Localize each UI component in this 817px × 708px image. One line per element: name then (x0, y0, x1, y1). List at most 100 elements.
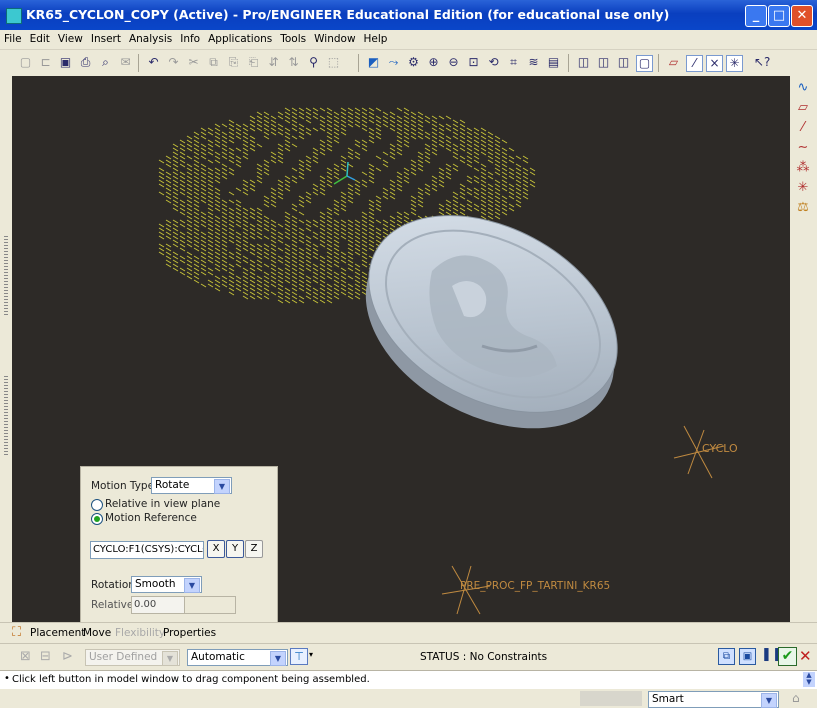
orient-mode-icon[interactable]: ⚙ (406, 55, 421, 70)
email-icon[interactable]: ✉ (118, 55, 133, 70)
rotation-select[interactable]: Smooth ▼ (131, 576, 202, 593)
undo-icon[interactable]: ↶ (146, 55, 161, 70)
datum-point-icon[interactable]: ⁂ (795, 160, 811, 176)
scan-point (355, 144, 360, 147)
scan-point (187, 212, 192, 215)
constraint-type-select[interactable]: Automatic ▼ (187, 649, 288, 666)
left-grip[interactable] (4, 376, 8, 456)
select-box-icon[interactable]: ⬚ (326, 55, 341, 70)
scan-point (481, 188, 486, 191)
left-sash[interactable] (0, 76, 12, 622)
open-file-icon[interactable]: ⊏ (38, 55, 53, 70)
datum-planes-icon[interactable]: ▱ (666, 55, 681, 70)
copy-icon[interactable]: ⧉ (206, 55, 221, 70)
menu-insert[interactable]: Insert (87, 31, 125, 45)
axis-y-button[interactable]: Y (226, 540, 244, 558)
tab-placement[interactable]: Placement (30, 627, 85, 639)
user-defined-select[interactable]: User Defined ▼ (85, 649, 180, 666)
chevron-down-icon[interactable]: ▼ (184, 578, 200, 593)
menu-file[interactable]: File (0, 31, 26, 45)
wireframe-icon[interactable]: ◫ (576, 55, 591, 70)
scan-point (229, 232, 234, 235)
axis-x-button[interactable]: X (207, 540, 225, 558)
find-icon[interactable]: ⚲ (306, 55, 321, 70)
new-file-icon[interactable]: ▢ (18, 55, 33, 70)
scan-point (194, 204, 199, 207)
datum-points-icon[interactable]: × (706, 55, 723, 72)
chevron-down-icon[interactable]: ▼ (162, 651, 178, 666)
redo-icon[interactable]: ↷ (166, 55, 181, 70)
motion-reference-radio[interactable] (91, 513, 103, 525)
hidden-line-icon[interactable]: ◫ (596, 55, 611, 70)
cut-icon[interactable]: ✂ (186, 55, 201, 70)
relative-view-plane-radio[interactable] (91, 499, 103, 511)
reorient-icon[interactable]: ⟲ (486, 55, 501, 70)
menu-info[interactable]: Info (176, 31, 204, 45)
coord-systems-icon[interactable]: ✳ (726, 55, 743, 72)
flip-icon[interactable]: ⊤ (290, 648, 308, 665)
scan-point (159, 172, 164, 175)
menu-analysis[interactable]: Analysis (125, 31, 176, 45)
shading-icon[interactable]: ▢ (636, 55, 653, 72)
repaint-icon[interactable]: ◩ (366, 55, 381, 70)
assembly-window-icon[interactable]: ▣ (739, 648, 756, 665)
regenerate-icon[interactable]: ⇵ (266, 55, 281, 70)
minimize-button[interactable]: _ (745, 5, 767, 27)
datum-csys-icon[interactable]: ✳ (795, 180, 811, 196)
motion-reference-field[interactable]: CYCLO:F1(CSYS):CYCLO (90, 541, 204, 559)
regen-manager-icon[interactable]: ⇅ (286, 55, 301, 70)
edit-icon[interactable]: ⊟ (40, 649, 51, 664)
datum-axis-icon[interactable]: ⁄ (795, 120, 811, 136)
zoom-in-icon[interactable]: ⊕ (426, 55, 441, 70)
paste-special-icon[interactable]: ⎗ (246, 55, 261, 70)
scan-point (327, 288, 332, 291)
maximize-button[interactable]: □ (768, 5, 790, 27)
scan-point (411, 160, 416, 163)
print-icon[interactable]: ⎙ (78, 55, 93, 70)
accept-check-icon[interactable]: ✔ (778, 647, 797, 666)
menu-window[interactable]: Window (310, 31, 359, 45)
save-icon[interactable]: ▣ (58, 55, 73, 70)
selection-filter-select[interactable]: Smart ▼ (648, 691, 779, 708)
axis-z-button[interactable]: Z (245, 540, 263, 558)
sketch-icon[interactable]: ∿ (795, 80, 811, 96)
context-help-icon[interactable]: ↖? (754, 55, 769, 70)
chevron-down-icon[interactable]: ▼ (761, 693, 777, 708)
datum-plane-icon[interactable]: ▱ (795, 100, 811, 116)
cancel-x-icon[interactable]: ✕ (799, 647, 812, 665)
message-scroll[interactable]: ▲ ▼ (803, 672, 815, 687)
tab-flexibility[interactable]: Flexibility (115, 627, 165, 639)
left-grip[interactable] (4, 236, 8, 316)
scan-point (159, 160, 164, 163)
print-preview-icon[interactable]: ⌕ (98, 55, 113, 70)
spin-center-icon[interactable]: ⤳ (386, 55, 401, 70)
lock-icon[interactable]: ⌂ (792, 691, 800, 705)
layers-icon[interactable]: ≋ (526, 55, 541, 70)
view-manager-icon[interactable]: ▤ (546, 55, 561, 70)
datum-curve-icon[interactable]: ∼ (795, 140, 811, 156)
datum-axes-icon[interactable]: ⁄ (686, 55, 703, 72)
analysis-icon[interactable]: ⚖ (795, 200, 811, 216)
separate-window-icon[interactable]: ⧉ (718, 648, 735, 665)
menu-edit[interactable]: Edit (26, 31, 54, 45)
scan-point (376, 168, 381, 171)
zoom-out-icon[interactable]: ⊖ (446, 55, 461, 70)
chevron-down-icon[interactable]: ▼ (214, 479, 230, 494)
chevron-down-icon[interactable]: ▼ (270, 651, 286, 666)
menu-tools[interactable]: Tools (276, 31, 310, 45)
menu-help[interactable]: Help (360, 31, 392, 45)
close-window-button[interactable]: ✕ (791, 5, 813, 27)
tab-move[interactable]: Move (83, 627, 111, 639)
motion-type-select[interactable]: Rotate ▼ (151, 477, 232, 494)
relative-value-field[interactable]: 0.00 (131, 596, 185, 614)
constraint-set-icon[interactable]: ⊠ (20, 649, 31, 664)
saved-views-icon[interactable]: ⌗ (506, 55, 521, 70)
paste-icon[interactable]: ⎘ (226, 55, 241, 70)
menu-applications[interactable]: Applications (204, 31, 276, 45)
connection-icon[interactable]: ⊳ (62, 649, 73, 664)
chevron-down-icon[interactable]: ▾ (309, 650, 313, 659)
menu-view[interactable]: View (54, 31, 87, 45)
no-hidden-icon[interactable]: ◫ (616, 55, 631, 70)
refit-icon[interactable]: ⊡ (466, 55, 481, 70)
tab-properties[interactable]: Properties (163, 627, 216, 639)
